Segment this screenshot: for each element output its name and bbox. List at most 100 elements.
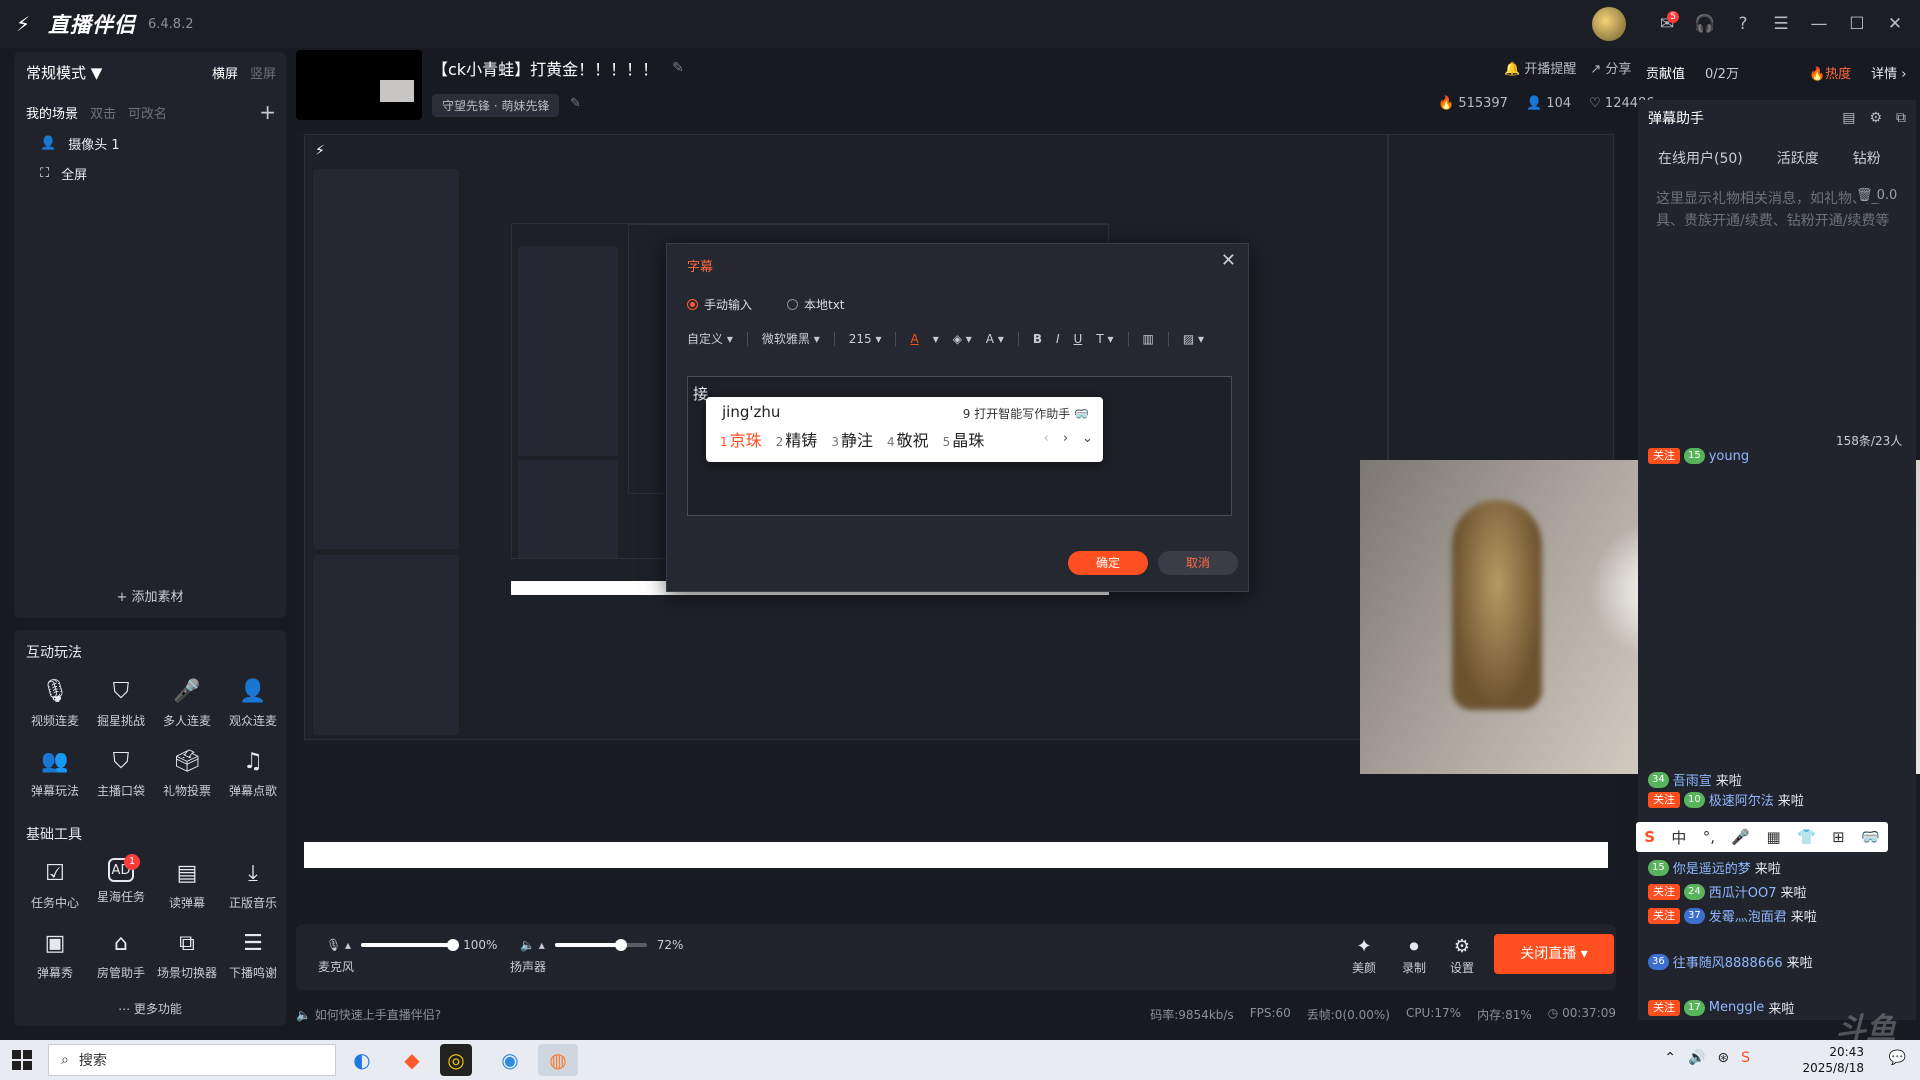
network-icon[interactable]: ⊛ [1717,1050,1729,1066]
chat-message[interactable]: 关注 24 西瓜汁OO7 来啦 [1648,882,1916,901]
message-icon[interactable]: ✉ 5 [1650,7,1684,41]
interactive-mic[interactable]: 🎙 视频连麦 [22,676,88,729]
ime-candidate[interactable]: 5 晶珠 [943,427,985,451]
beauty-button[interactable]: ✦ 美颜 [1342,936,1386,976]
share-button[interactable]: ↗ 分享 [1590,58,1631,77]
chat-message[interactable]: 关注 37 发霉灬泡面君 来啦 [1648,906,1916,925]
bold-icon[interactable]: B [1033,332,1042,346]
chevron-right-icon[interactable]: › [1063,431,1068,446]
fill-color-icon[interactable]: ◈ ▾ [953,332,972,346]
mic-icon[interactable]: 🎙 ▴ [326,938,351,952]
background-icon[interactable]: ▨ ▾ [1183,332,1204,346]
tool-danmu-show[interactable]: ▣ 弹幕秀 [22,928,88,981]
speaker-icon[interactable]: 🔈 ▴ [520,938,545,952]
minimize-icon[interactable]: — [1802,7,1836,41]
headset-icon[interactable]: 🎧 [1688,7,1722,41]
record-button[interactable]: ⏺ 录制 [1392,936,1436,976]
tab-diamond-fans[interactable]: 钻粉 [1853,148,1881,168]
interactive-user-add[interactable]: 👤 观众连麦 [220,676,286,729]
stream-cover-thumbnail[interactable] [296,50,422,120]
settings-button[interactable]: ⚙ 设置 [1440,936,1484,976]
ime-candidate[interactable]: 2 精铸 [776,427,818,451]
app-icon-yellow[interactable]: ◎ [440,1044,472,1076]
chat-message[interactable]: 15 你是遥远的梦 来啦 [1648,858,1916,877]
font-size-select[interactable]: 215 ▾ [849,332,882,346]
toolbox-icon[interactable]: ⊞ [1832,828,1845,846]
tab-activity[interactable]: 活跃度 [1777,148,1819,168]
interactive-shield[interactable]: ⛉ 掘星挑战 [88,676,154,729]
tool-read-danmu[interactable]: ▤ 读弹幕 [154,858,220,911]
ime-candidate[interactable]: 1 京珠 [720,427,762,451]
voice-icon[interactable]: 🎤 [1731,828,1750,846]
speaker-volume-slider[interactable] [554,939,647,951]
settings-icon[interactable]: ⚙ [1869,110,1882,126]
chat-message[interactable]: 关注 15 young [1648,448,1916,464]
ime-assist[interactable]: 9 打开智能写作助手 🥽 [963,405,1089,422]
chevron-up-icon[interactable]: ⌃ [1664,1050,1676,1066]
chat-message[interactable]: 34 吾雨宣 来啦 [1648,770,1916,789]
source-item-fullscreen[interactable]: ⛶ 全屏 [40,164,87,183]
menu-icon[interactable]: ☰ [1764,7,1798,41]
notify-button[interactable]: 🔔 开播提醒 [1504,58,1576,77]
landscape-option[interactable]: 横屏 [212,63,238,82]
edge-icon[interactable]: ◐ [342,1044,382,1076]
douyu-app-icon[interactable]: ◆ [392,1044,432,1076]
mic-volume-slider[interactable] [361,939,460,951]
taskbar-search[interactable]: ⌕ 搜索 [48,1044,336,1076]
align-icon[interactable]: ▥ [1143,332,1154,346]
underline-icon[interactable]: U [1074,332,1083,346]
strikethrough-icon[interactable]: T ▾ [1096,332,1113,346]
help-link[interactable]: 🔈 如何快速上手直播伴侣? [296,1006,441,1023]
goggles-icon[interactable]: 🥽 [1861,828,1880,846]
italic-icon[interactable]: I [1056,332,1060,346]
user-avatar[interactable] [1592,7,1626,41]
edit-title-icon[interactable]: ✎ [672,60,684,76]
punctuation-icon[interactable]: °, [1703,828,1715,846]
portrait-option[interactable]: 竖屏 [250,63,276,82]
maximize-icon[interactable]: ☐ [1840,7,1874,41]
popout-icon[interactable]: ⧉ [1896,110,1906,126]
tool-room-admin[interactable]: ⌂ 房管助手 [88,928,154,981]
add-material-button[interactable]: + 添加素材 [14,586,286,605]
trash-icon[interactable]: 🗑 [1856,188,1873,203]
lang-toggle[interactable]: 中 [1671,827,1686,848]
skin-icon[interactable]: 👕 [1797,828,1816,846]
windows-start-icon[interactable] [12,1050,32,1070]
mode-dropdown[interactable]: 常规模式 ▼ [26,62,102,83]
overwatch-icon[interactable]: ◍ [538,1044,578,1076]
chevron-down-icon[interactable]: ⌄ [1082,431,1093,446]
tool-scene-switch[interactable]: ⧉ 场景切换器 [154,928,220,981]
chevron-left-icon[interactable]: ‹ [1044,431,1049,446]
font-select[interactable]: 微软雅黑 ▾ [762,330,820,347]
cancel-button[interactable]: 取消 [1158,551,1238,575]
sogou-icon[interactable]: S [1644,828,1655,846]
list-icon[interactable]: ▤ [1842,110,1855,126]
tool-ad[interactable]: AD 1 星海任务 [88,854,154,905]
chat-message[interactable]: 关注 10 极速阿尔法 来啦 [1648,790,1916,809]
confirm-button[interactable]: 确定 [1068,551,1148,575]
text-color-icon[interactable]: A [910,332,918,346]
interactive-pocket[interactable]: ⛉ 主播口袋 [88,746,154,799]
ime-candidate[interactable]: 4 敬祝 [887,427,929,451]
close-icon[interactable]: ✕ [1878,7,1912,41]
source-item-camera[interactable]: 👤 摄像头 1 [40,134,120,153]
notification-icon[interactable]: 💬 [1889,1050,1906,1066]
tab-online-users[interactable]: 在线用户(50) [1658,148,1743,168]
close-icon[interactable]: ✕ [1221,250,1236,271]
tool-download-music[interactable]: ⤓ 正版音乐 [220,858,286,911]
add-scene-icon[interactable]: + [259,100,276,124]
local-txt-radio[interactable]: 本地txt [787,296,845,313]
volume-icon[interactable]: 🔊 [1688,1050,1705,1066]
stop-live-button[interactable]: 关闭直播 ▾ [1494,934,1614,974]
tool-task[interactable]: ☑ 任务中心 [22,858,88,911]
text-stroke-icon[interactable]: A ▾ [986,332,1004,346]
tool-thanks[interactable]: ☰ 下播鸣谢 [220,928,286,981]
sogou-tray-icon[interactable]: S [1741,1050,1750,1066]
edit-category-icon[interactable]: ✎ [570,96,581,111]
app-icon-blue[interactable]: ◉ [490,1044,530,1076]
help-icon[interactable]: ? [1726,7,1760,41]
category-chip[interactable]: 守望先锋 · 萌妹先锋 [432,94,560,117]
manual-input-radio[interactable]: 手动输入 [687,296,752,313]
interactive-danmu-game[interactable]: 👥 弹幕玩法 [22,746,88,799]
keyboard-icon[interactable]: ▦ [1766,828,1780,846]
